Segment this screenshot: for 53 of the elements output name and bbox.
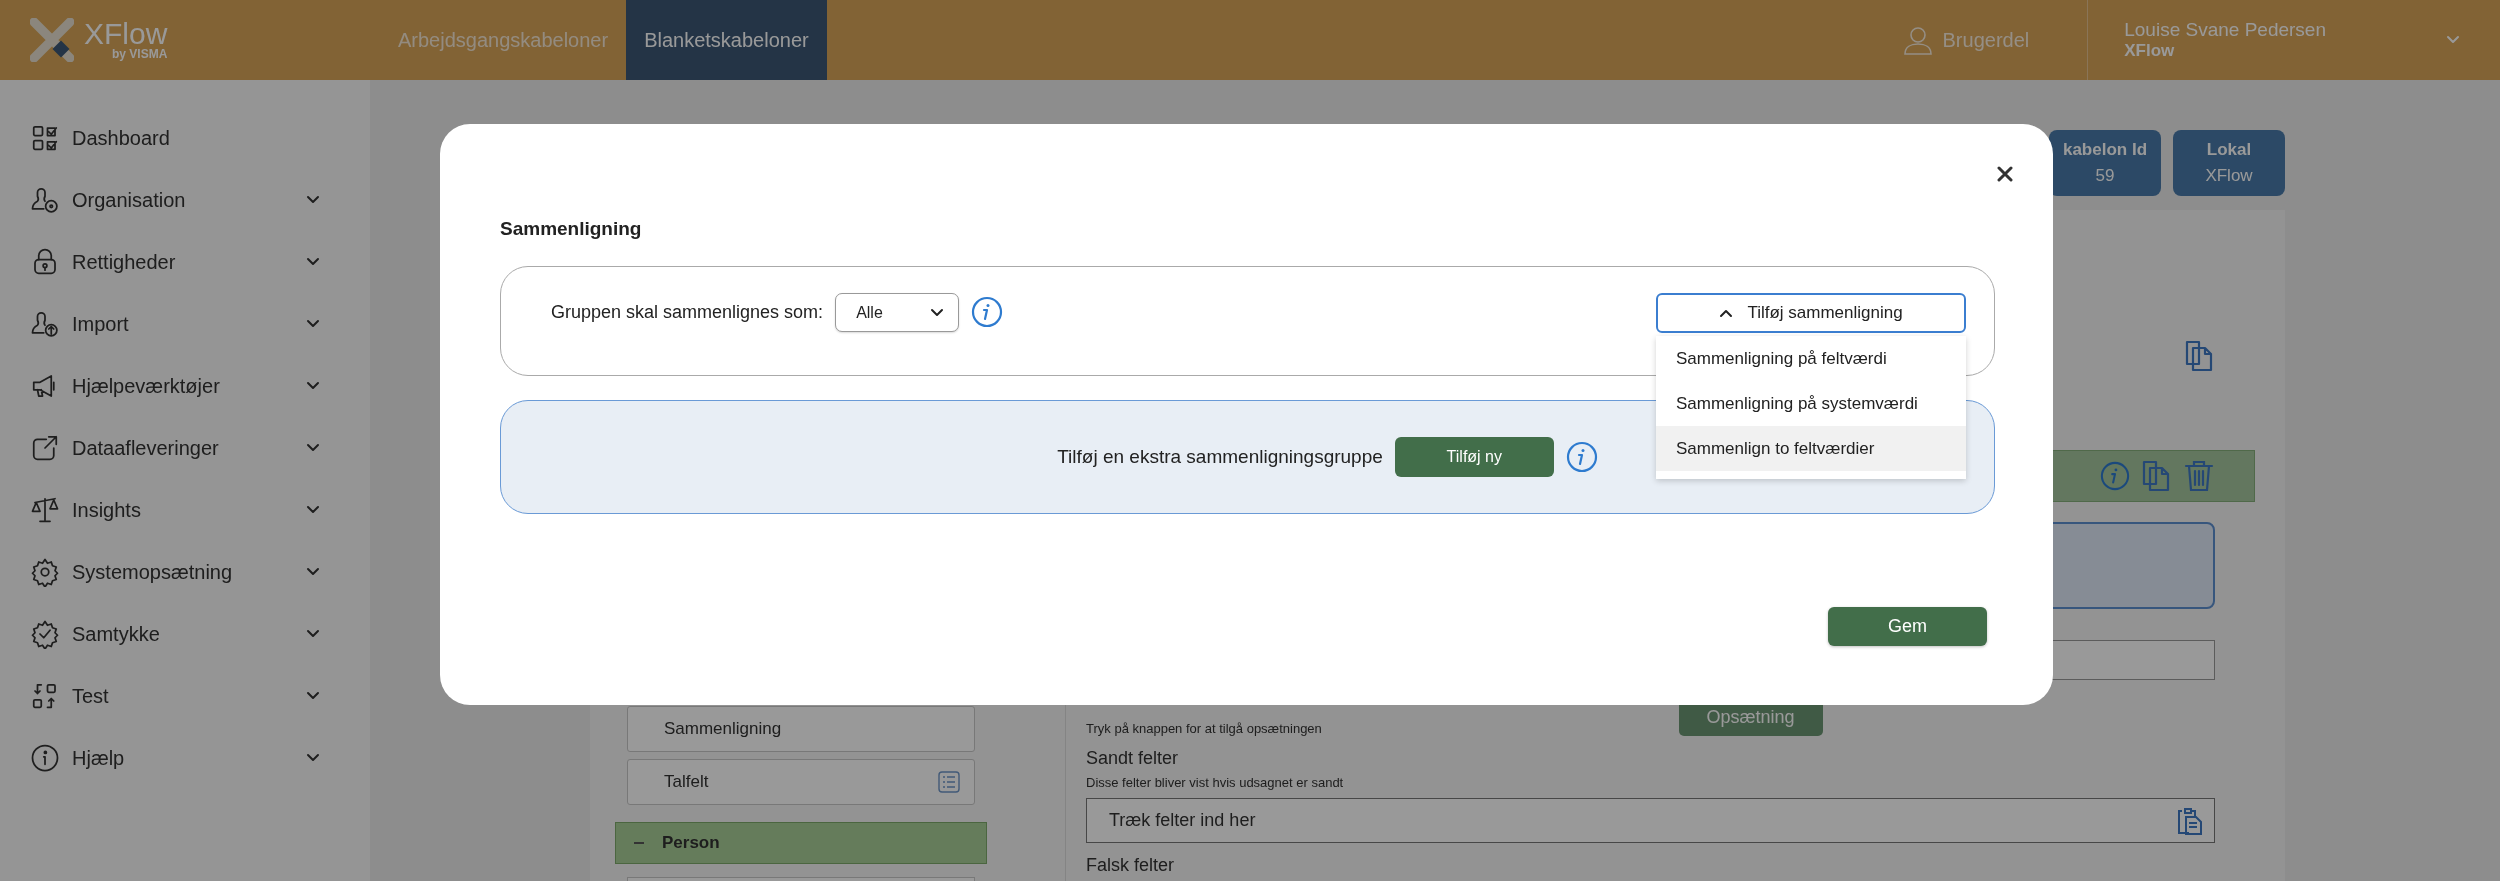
sidebar-item[interactable]: Test <box>0 665 370 727</box>
user-name: Louise Svane Pedersen <box>2124 19 2326 41</box>
sidebar-item[interactable]: Hjælpeværktøjer <box>0 355 370 417</box>
sidebar-item[interactable]: Dataafleveringer <box>0 417 370 479</box>
save-button[interactable]: Gem <box>1828 607 1987 646</box>
group-label: Gruppen skal sammenlignes som: <box>551 301 824 324</box>
sidebar-item[interactable]: Insights <box>0 479 370 541</box>
info-badge: Lokal XFlow <box>2173 130 2285 196</box>
user-icon[interactable] <box>1902 25 1933 55</box>
scale-icon <box>30 495 60 525</box>
sidebar-item[interactable]: Hjælp <box>0 727 370 789</box>
add-new-button[interactable]: Tilføj ny <box>1394 437 1554 477</box>
logo-subtitle: by VISMA <box>112 47 168 61</box>
info-icon <box>30 743 60 773</box>
dialog-title: Sammenligning <box>500 217 643 240</box>
menu-option[interactable]: Sammenligning på feltværdi <box>1656 336 1966 381</box>
section-header[interactable]: Person <box>615 822 987 864</box>
info-icon[interactable] <box>1565 441 1598 473</box>
user-badge-icon <box>30 185 60 215</box>
sidebar-item[interactable]: Rettigheder <box>0 231 370 293</box>
copy-icon[interactable] <box>2185 340 2215 372</box>
gear-icon <box>30 557 60 587</box>
info-icon[interactable] <box>2100 461 2130 491</box>
checklist-grid-icon <box>30 123 60 153</box>
sidebar-item[interactable]: Dashboard <box>0 107 370 169</box>
copy-icon[interactable] <box>2142 460 2172 492</box>
drop-field[interactable]: Træk felter ind her <box>1086 798 2215 843</box>
extra-group-label: Tilføj en ekstra sammenligningsgruppe <box>1057 446 1383 468</box>
info-badge: kabelon Id 59 <box>2049 130 2161 196</box>
add-comparison-dropdown[interactable]: Tilføj sammenligning <box>1656 293 1966 333</box>
true-fields-hint: Disse felter bliver vist hvis udsagnet er sandt <box>1086 775 1345 790</box>
logo-icon <box>30 18 74 62</box>
field-item[interactable]: Talfelt <box>627 759 975 805</box>
info-icon[interactable] <box>971 296 1004 328</box>
sidebar-item[interactable]: Systemopsætning <box>0 541 370 603</box>
sidebar-item[interactable]: Import <box>0 293 370 355</box>
true-fields-title: Sandt felter <box>1086 748 1180 769</box>
compare-select[interactable]: Alle <box>835 293 960 332</box>
clipboard-icon <box>2178 806 2202 835</box>
nav-tab[interactable]: Blanketskabeloner <box>626 0 827 80</box>
setup-hint: Tryk på knappen for at tilgå opsætningen <box>1086 721 1323 736</box>
box-arrow-icon <box>30 433 60 463</box>
sidebar-item[interactable]: Organisation <box>0 169 370 231</box>
logo-name: XFlow <box>84 19 168 49</box>
false-fields-title: Falsk felter <box>1086 855 1176 876</box>
user-organisation: XFlow <box>2124 41 2176 61</box>
user-upload-icon <box>30 309 60 339</box>
badge-check-icon <box>30 619 60 649</box>
trash-icon[interactable] <box>2184 460 2214 492</box>
field-item[interactable]: Sammenligning <box>627 706 975 752</box>
menu-option[interactable]: Sammenligning på systemværdi <box>1656 381 1966 426</box>
sidebar-item[interactable]: Samtykke <box>0 603 370 665</box>
menu-option[interactable]: Sammenlign to feltværdier <box>1656 426 1966 471</box>
